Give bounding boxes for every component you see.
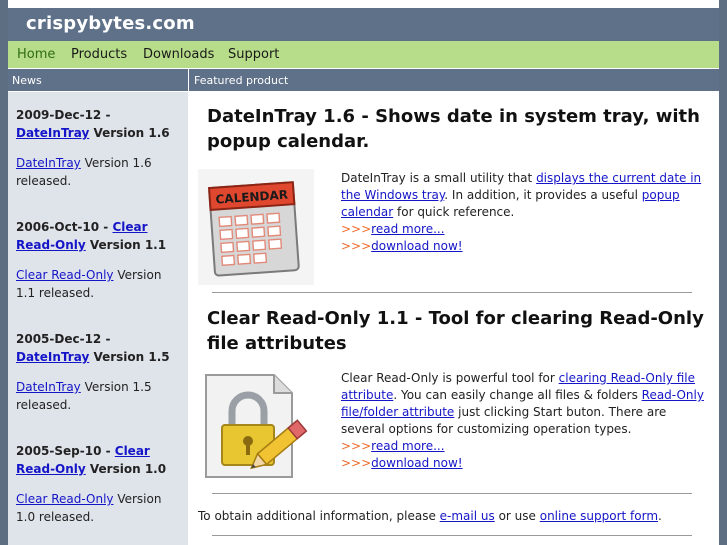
- news-body-link[interactable]: Clear Read-Only: [16, 492, 114, 506]
- nav-bar: Home Products Downloads Support: [8, 41, 719, 68]
- news-body-link[interactable]: DateInTray: [16, 380, 81, 394]
- footer-divider: [212, 535, 692, 536]
- product-title: Clear Read-Only 1.1 - Tool for clearing …: [207, 308, 704, 354]
- news-body-link[interactable]: DateInTray: [16, 156, 81, 170]
- read-more-link[interactable]: read more...: [371, 222, 444, 236]
- arrow-marker: >>>: [341, 456, 372, 470]
- lock-pencil-icon[interactable]: [198, 369, 314, 485]
- read-more-link[interactable]: read more...: [371, 439, 444, 453]
- arrow-marker: >>>: [341, 239, 372, 253]
- calendar-icon[interactable]: CALENDAR: [198, 169, 314, 285]
- nav-downloads[interactable]: Downloads: [143, 47, 214, 62]
- arrow-marker: >>>: [341, 439, 372, 453]
- product-description: DateInTray is a small utility that displ…: [341, 171, 702, 253]
- nav-home[interactable]: Home: [17, 47, 55, 62]
- right-border: [719, 0, 727, 545]
- download-link[interactable]: download now!: [371, 456, 462, 470]
- news-body-link[interactable]: Clear Read-Only: [16, 268, 114, 282]
- contact-footer: To obtain additional information, please…: [198, 509, 662, 523]
- news-item: 2005-Dec-12 - DateInTray Version 1.5 Dat…: [16, 332, 170, 412]
- site-logo[interactable]: crispybytes.com: [26, 13, 195, 34]
- product-divider: [212, 493, 692, 494]
- left-border: [0, 0, 8, 545]
- main-heading: Featured product: [189, 69, 719, 91]
- product-description: Clear Read-Only is powerful tool for cle…: [341, 371, 704, 470]
- arrow-marker: >>>: [341, 222, 372, 236]
- news-item: 2006-Oct-10 - Clear Read-Only Version 1.…: [16, 220, 167, 300]
- site-header: crispybytes.com: [8, 8, 719, 41]
- nav-products[interactable]: Products: [71, 47, 127, 62]
- download-link[interactable]: download now!: [371, 239, 462, 253]
- email-link[interactable]: e-mail us: [440, 509, 495, 523]
- news-item: 2005-Sep-10 - Clear Read-Only Version 1.…: [16, 444, 167, 524]
- support-form-link[interactable]: online support form: [540, 509, 658, 523]
- news-sidebar: 2009-Dec-12 - DateInTray Version 1.6 Dat…: [8, 92, 188, 545]
- nav-support[interactable]: Support: [228, 47, 279, 62]
- sidebar-heading: News: [8, 69, 188, 91]
- product-title: DateInTray 1.6 - Shows date in system tr…: [207, 106, 700, 152]
- news-product-link[interactable]: DateInTray: [16, 126, 89, 140]
- product-divider: [212, 292, 692, 293]
- news-item: 2009-Dec-12 - DateInTray Version 1.6 Dat…: [16, 108, 170, 188]
- news-product-link[interactable]: DateInTray: [16, 350, 89, 364]
